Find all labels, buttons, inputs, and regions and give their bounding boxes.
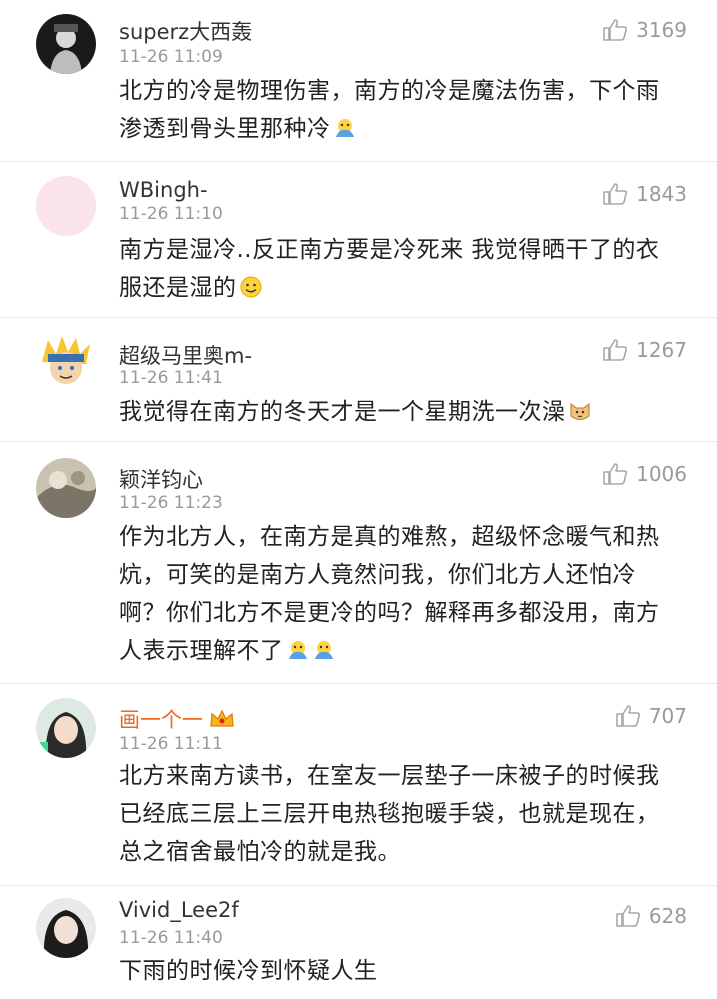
like-button[interactable]: 1006: [602, 462, 687, 486]
username-text[interactable]: 颖洋钧心: [119, 464, 203, 494]
avatar[interactable]: [36, 458, 96, 518]
comment-text-content: 作为北方人，在南方是真的难熬，超级怀念暖气和热炕，可笑的是南方人竟然问我，你们北…: [119, 524, 660, 664]
like-count: 1006: [636, 462, 687, 486]
comment-text-content: 我觉得在南方的冬天才是一个星期洗一次澡: [119, 399, 566, 425]
cat-emoji-icon: [568, 400, 592, 422]
comment-item: 颖洋钧心 11-26 11:23 1006 作为北方人，在南方是真的难熬，超级怀…: [0, 442, 717, 684]
comment-item: 画一个一 11-26 11:11 707 北方来南方读书，在室友一层垫子一床被子…: [0, 684, 717, 886]
comment-item: WBingh- 11-26 11:10 1843 南方是湿冷..反正南方要是冷死…: [0, 162, 717, 318]
timestamp: 11-26 11:23: [119, 493, 223, 513]
comment-text: 下雨的时候冷到怀疑人生: [119, 958, 378, 984]
username-text[interactable]: superz大西轰: [119, 16, 252, 46]
cold-emoji-icon: [286, 639, 310, 661]
avatar[interactable]: [36, 14, 96, 74]
timestamp: 11-26 11:11: [119, 734, 223, 754]
comment-text-content: 南方是湿冷..反正南方要是冷死来 我觉得晒干了的衣服还是湿的: [119, 237, 660, 301]
username[interactable]: 画一个一: [119, 704, 235, 734]
like-button[interactable]: 707: [615, 704, 687, 728]
thumbs-up-icon: [615, 904, 641, 928]
comment-text: 北方的冷是物理伤害，南方的冷是魔法伤害，下个雨渗透到骨头里那种冷: [119, 72, 679, 148]
thumbs-up-icon: [602, 462, 628, 486]
username[interactable]: superz大西轰: [119, 16, 252, 46]
avatar[interactable]: [36, 898, 96, 958]
like-count: 1267: [636, 338, 687, 362]
thumbs-up-icon: [602, 18, 628, 42]
like-count: 628: [648, 904, 687, 928]
avatar[interactable]: [36, 698, 96, 758]
comment-text: 南方是湿冷..反正南方要是冷死来 我觉得晒干了的衣服还是湿的: [119, 231, 679, 307]
comment-item: superz大西轰 11-26 11:09 3169 北方的冷是物理伤害，南方的…: [0, 0, 717, 162]
avatar[interactable]: [36, 176, 96, 236]
cold-emoji-icon: [333, 117, 357, 139]
like-button[interactable]: 1843: [602, 182, 687, 206]
like-count: 3169: [636, 18, 687, 42]
username[interactable]: Vivid_Lee2f: [119, 898, 239, 922]
username-text[interactable]: 画一个一: [119, 704, 203, 734]
thumbs-up-icon: [602, 182, 628, 206]
smile-emoji-icon: [239, 276, 263, 298]
comment-item: 超级马里奥m- 11-26 11:41 1267 我觉得在南方的冬天才是一个星期…: [0, 318, 717, 442]
username[interactable]: 超级马里奥m-: [119, 340, 252, 370]
username-text[interactable]: WBingh-: [119, 178, 208, 202]
crown-icon: [209, 708, 235, 730]
comment-item: Vivid_Lee2f 11-26 11:40 628 下雨的时候冷到怀疑人生: [0, 886, 717, 999]
avatar[interactable]: [36, 332, 96, 392]
thumbs-up-icon: [602, 338, 628, 362]
like-button[interactable]: 1267: [602, 338, 687, 362]
username-text[interactable]: Vivid_Lee2f: [119, 898, 239, 922]
cold-emoji-icon: [312, 639, 336, 661]
comment-text: 我觉得在南方的冬天才是一个星期洗一次澡: [119, 393, 679, 431]
like-button[interactable]: 628: [615, 904, 687, 928]
username-text[interactable]: 超级马里奥m-: [119, 340, 252, 370]
comment-text-content: 北方的冷是物理伤害，南方的冷是魔法伤害，下个雨渗透到骨头里那种冷: [119, 78, 660, 142]
timestamp: 11-26 11:09: [119, 47, 223, 67]
comment-text: 作为北方人，在南方是真的难熬，超级怀念暖气和热炕，可笑的是南方人竟然问我，你们北…: [119, 518, 679, 670]
username[interactable]: 颖洋钧心: [119, 464, 203, 494]
username[interactable]: WBingh-: [119, 178, 208, 202]
like-count: 707: [648, 704, 687, 728]
thumbs-up-icon: [615, 704, 641, 728]
like-count: 1843: [636, 182, 687, 206]
timestamp: 11-26 11:40: [119, 928, 223, 948]
like-button[interactable]: 3169: [602, 18, 687, 42]
timestamp: 11-26 11:41: [119, 368, 223, 388]
comment-text: 北方来南方读书，在室友一层垫子一床被子的时候我已经底三层上三层开电热毯抱暖手袋，…: [119, 763, 660, 865]
timestamp: 11-26 11:10: [119, 204, 223, 224]
